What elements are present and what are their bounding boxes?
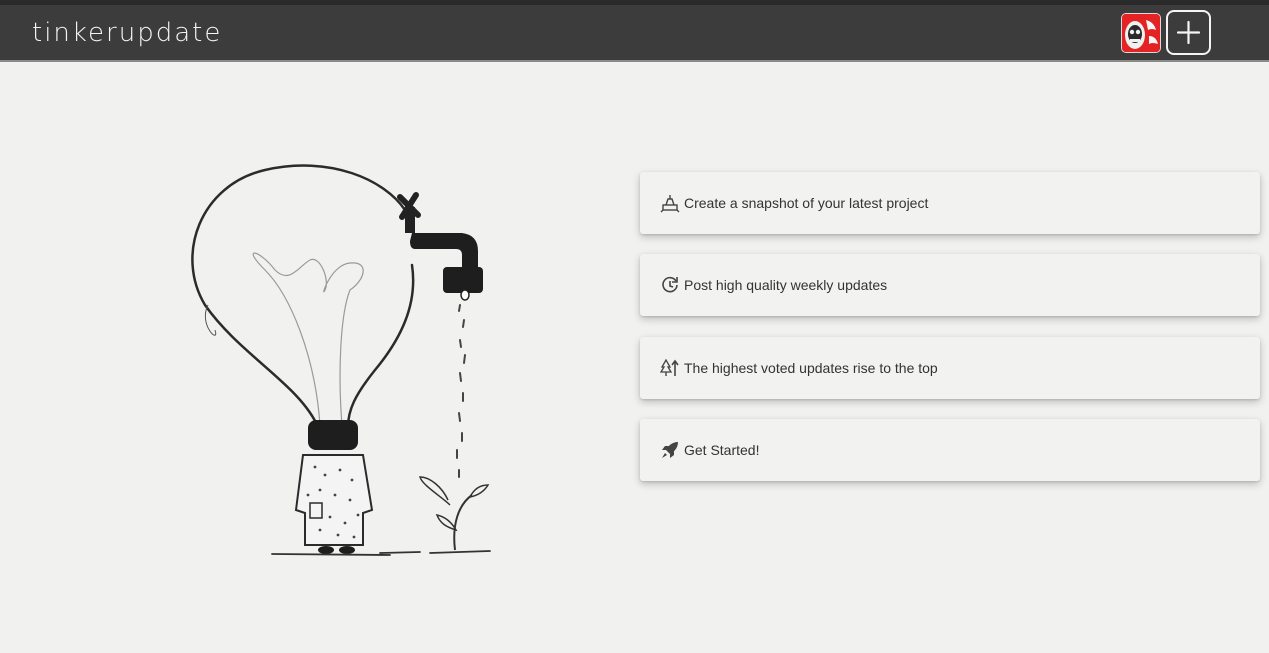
feature-label: Get Started!	[684, 442, 760, 458]
navbar: tinkerupdate	[0, 5, 1269, 62]
avatar-image	[1122, 14, 1160, 52]
feature-label: Post high quality weekly updates	[684, 277, 888, 293]
feature-card-snapshot[interactable]: Create a snapshot of your latest project	[640, 172, 1260, 234]
feature-card-top-voted[interactable]: The highest voted updates rise to the to…	[640, 337, 1260, 399]
brand-logo[interactable]: tinkerupdate	[32, 18, 222, 48]
weekly-update-icon	[660, 275, 680, 295]
plus-icon	[1177, 21, 1200, 44]
lightbulb-faucet-illustration	[180, 155, 510, 570]
feature-label: Create a snapshot of your latest project	[684, 195, 929, 211]
trees-rising-icon	[660, 358, 680, 378]
project-snapshot-icon	[660, 193, 680, 213]
user-avatar[interactable]	[1121, 13, 1161, 53]
get-started-button[interactable]: Get Started!	[640, 419, 1260, 481]
add-update-button[interactable]	[1166, 10, 1211, 55]
feature-label: The highest voted updates rise to the to…	[684, 360, 938, 376]
rocket-icon	[660, 440, 680, 460]
feature-card-weekly[interactable]: Post high quality weekly updates	[640, 254, 1260, 316]
